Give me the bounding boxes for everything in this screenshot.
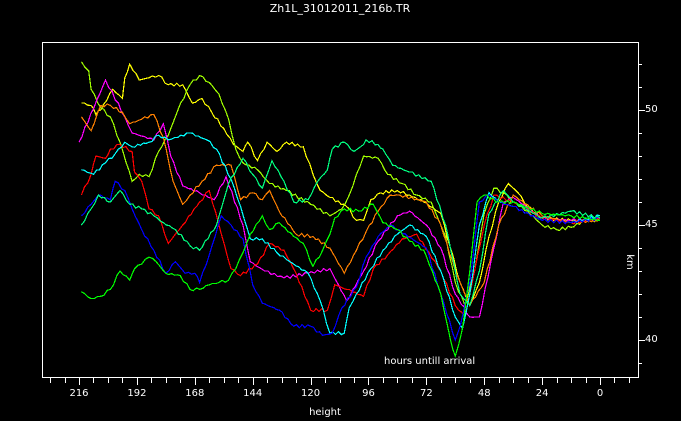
y-axis-label: km (624, 254, 635, 270)
chart-title: Zh1L_31012011_216b.TR (270, 2, 411, 15)
y-tick-label: 40 (645, 334, 658, 345)
y-axis: 50 45 40 (638, 64, 658, 364)
x-tick-label: 216 (69, 388, 88, 399)
x-axis: 216 192 168 144 120 96 72 48 24 0 (50, 378, 630, 399)
x-tick-label: 0 (597, 388, 603, 399)
x-tick-label: 72 (420, 388, 433, 399)
trajectory-chart: Zh1L_31012011_216b.TR 216 192 168 144 120 96 7… (42, 2, 658, 418)
series-line-spring-green (80, 138, 601, 307)
x-tick-label: 168 (185, 388, 204, 399)
x-tick-label: 192 (127, 388, 146, 399)
y-tick-label: 45 (645, 219, 658, 230)
x-tick-label: 96 (362, 388, 375, 399)
y-tick-label: 50 (645, 104, 658, 115)
x-tick-label: 48 (478, 388, 491, 399)
series-line-cyan (81, 132, 601, 336)
series-layer (78, 61, 601, 359)
series-line-lime (80, 61, 600, 308)
series-line-yellow (81, 62, 601, 307)
annotation-hours-until-arrival: hours untill arrival (384, 356, 475, 367)
x-axis-label: height (309, 407, 341, 418)
x-tick-label: 120 (301, 388, 320, 399)
x-tick-label: 144 (243, 388, 262, 399)
x-tick-label: 24 (536, 388, 549, 399)
